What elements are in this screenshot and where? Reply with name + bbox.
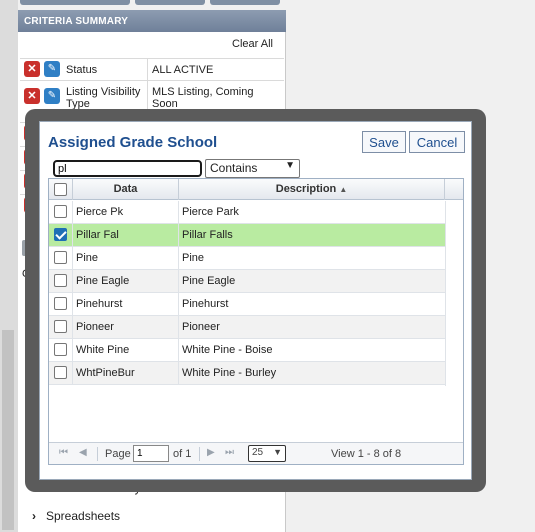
row-check-cell (49, 339, 73, 361)
remove-icon[interactable]: ✕ (24, 88, 40, 104)
chevron-down-icon: ▼ (285, 160, 295, 171)
column-header-description[interactable]: Description ▲ (179, 179, 445, 200)
filter-mode-select[interactable]: Contains ▼ (205, 159, 300, 178)
table-row[interactable]: Pierce Pk Pierce Park (49, 201, 445, 224)
save-button[interactable]: Save (362, 131, 406, 153)
cell-data: Pine (73, 247, 179, 269)
rows-right-gutter (445, 201, 463, 386)
row-checkbox[interactable] (54, 228, 67, 241)
table-row[interactable]: Pine Eagle Pine Eagle (49, 270, 445, 293)
last-page-icon[interactable]: ⏭ (225, 447, 234, 458)
top-tab-2[interactable] (135, 0, 205, 5)
cell-data: Pioneer (73, 316, 179, 338)
rows-per-page-select[interactable]: 25 ▼ (248, 445, 286, 462)
column-header-data[interactable]: Data (73, 179, 179, 200)
grid-header: Data Description ▲ (49, 179, 463, 200)
row-checkbox[interactable] (54, 274, 67, 287)
row-check-cell (49, 270, 73, 292)
cell-description: White Pine - Burley (182, 367, 277, 379)
cell-data: WhtPineBur (73, 362, 179, 384)
spreadsheets-item[interactable]: › Spreadsheets (32, 509, 120, 523)
cell-description: White Pine - Boise (182, 344, 273, 356)
table-row[interactable]: White Pine White Pine - Boise (49, 339, 445, 362)
cell-description: Pierce Park (182, 206, 239, 218)
row-checkbox[interactable] (54, 343, 67, 356)
row-check-cell (49, 293, 73, 315)
chevron-right-icon: › (32, 509, 36, 523)
criteria-summary-header: CRITERIA SUMMARY (18, 10, 286, 32)
cell-data: Pinehurst (73, 293, 179, 315)
filter-input[interactable] (53, 160, 202, 177)
table-row[interactable]: Pine Pine (49, 247, 445, 270)
dialog-title: Assigned Grade School (48, 134, 218, 151)
header-spacer (445, 179, 463, 200)
sort-asc-icon: ▲ (339, 185, 348, 194)
chevron-down-icon: ▼ (273, 447, 282, 457)
top-tab-3[interactable] (210, 0, 280, 5)
cell-description: Pioneer (182, 321, 220, 333)
cell-description: Pine Eagle (182, 275, 236, 287)
cell-description: Pinehurst (182, 298, 229, 310)
row-checkbox[interactable] (54, 205, 67, 218)
rows-per-page-value: 25 (252, 447, 264, 458)
row-check-cell (49, 247, 73, 269)
criteria-label: Status (66, 64, 98, 76)
row-checkbox[interactable] (54, 366, 67, 379)
criteria-value: ALL ACTIVE (152, 64, 214, 76)
edit-icon[interactable]: ✎ (44, 61, 60, 77)
grid-pager: ⏮ ◀ Page of 1 ▶ ⏭ 25 ▼ View 1 - 8 of 8 (49, 442, 463, 464)
table-row[interactable]: Pillar Fal Pillar Falls (49, 224, 445, 247)
edit-icon[interactable]: ✎ (44, 88, 60, 104)
column-header-description-label: Description (275, 183, 337, 195)
row-checkbox[interactable] (54, 297, 67, 310)
row-checkbox[interactable] (54, 251, 67, 264)
assigned-grade-school-dialog: Assigned Grade School Save Cancel Contai… (39, 121, 472, 480)
table-row[interactable]: Pinehurst Pinehurst (49, 293, 445, 316)
left-scrollbar[interactable] (0, 0, 18, 532)
clear-all-link[interactable]: Clear All (232, 38, 273, 50)
criteria-label: Listing Visibility Type (66, 86, 141, 110)
criteria-value: MLS Listing, Coming Soon (152, 86, 254, 110)
prev-page-icon[interactable]: ◀ (79, 447, 87, 458)
row-checkbox[interactable] (54, 320, 67, 333)
remove-icon[interactable]: ✕ (24, 61, 40, 77)
row-check-cell (49, 201, 73, 223)
table-row[interactable]: Pioneer Pioneer (49, 316, 445, 339)
row-check-cell (49, 316, 73, 338)
results-grid: Data Description ▲ Pierce Pk Pierce Park P… (48, 178, 464, 465)
row-check-cell (49, 362, 73, 384)
cell-description: Pine (182, 252, 205, 264)
top-tab-1[interactable] (20, 0, 130, 5)
top-tabs (20, 0, 285, 6)
page-number-input[interactable] (133, 445, 169, 462)
select-all-checkbox[interactable] (54, 183, 67, 196)
pager-separator (97, 447, 98, 461)
next-page-icon[interactable]: ▶ (207, 447, 215, 458)
pager-separator (199, 447, 200, 461)
page-count-label: of 1 (173, 448, 192, 460)
cell-description: Pillar Falls (182, 229, 233, 241)
row-check-cell (49, 224, 73, 246)
spreadsheets-label: Spreadsheets (46, 509, 121, 523)
filter-mode-value: Contains (210, 161, 258, 175)
select-all-cell (49, 179, 73, 200)
cell-data: Pillar Fal (73, 224, 179, 246)
first-page-icon[interactable]: ⏮ (59, 447, 68, 458)
view-range-label: View 1 - 8 of 8 (331, 448, 402, 460)
cell-data: White Pine (73, 339, 179, 361)
criteria-row-status: ✕ ✎ Status ALL ACTIVE (20, 58, 284, 80)
cell-data: Pine Eagle (73, 270, 179, 292)
criteria-row-listing-visibility: ✕ ✎ Listing Visibility Type MLS Listing,… (20, 80, 284, 111)
page-label: Page (105, 448, 131, 460)
cancel-button[interactable]: Cancel (409, 131, 465, 153)
table-row[interactable]: WhtPineBur White Pine - Burley (49, 362, 445, 385)
cell-data: Pierce Pk (73, 201, 179, 223)
scrollbar-thumb[interactable] (2, 330, 14, 530)
